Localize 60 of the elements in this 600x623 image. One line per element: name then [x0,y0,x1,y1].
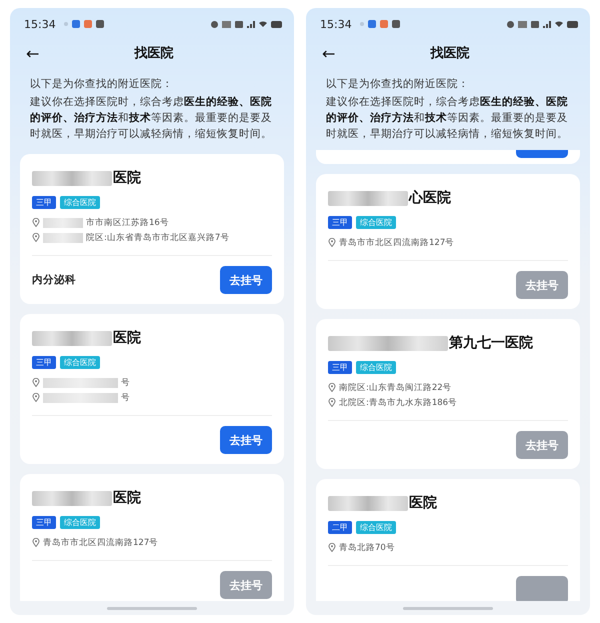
status-dot-icon [211,20,218,28]
hospital-tag: 综合医院 [356,361,396,374]
register-button[interactable] [516,150,568,158]
back-button[interactable]: ← [322,44,362,62]
location-pin-icon [32,233,40,242]
hospital-name: 医院 [113,489,141,507]
hospital-address: 青岛市市北区四流南路127号 [339,236,454,248]
hospital-name: 心医院 [409,189,451,207]
page-title: 找医院 [429,44,470,62]
status-time: 15:34 [320,18,352,30]
intro-text: 以下是为你查找的附近医院： [30,77,174,92]
hospital-name: 第九七一医院 [449,334,533,352]
hospital-address: 号 [121,376,130,388]
battery-icon [271,20,282,28]
location-pin-icon [328,398,336,407]
department-label: 内分泌科 [32,273,76,287]
page-title: 找医院 [133,44,174,62]
hospital-name: 医院 [113,329,141,347]
hospital-tag: 综合医院 [356,521,396,534]
hospital-tag: 三甲 [32,356,56,369]
location-pin-icon [32,218,40,227]
dot-icon [64,22,68,26]
location-pin-icon [328,238,336,247]
advice-text: 建议你在选择医院时，综合考虑医生的经验、医院的评价、治疗方法和技术等因素。最重要的是要及时就医，早期治疗可以减轻病情，缩短恢复时间。 [326,95,569,142]
hospital-address: 南院区:山东青岛闽江路22号 [339,382,452,394]
hospital-address: 青岛市市北区四流南路127号 [43,536,158,548]
location-pin-icon [328,383,336,392]
register-button[interactable]: 去挂号 [220,266,272,294]
status-dot-icon [507,20,514,28]
hospital-address: 号 [121,392,130,404]
wifi-icon [555,21,563,27]
battery-icon [567,20,578,28]
hospital-tag: 综合医院 [60,356,100,369]
hospital-tag: 二甲 [328,521,352,534]
hospital-tag: 综合医院 [60,516,100,529]
location-pin-icon [32,538,40,547]
hospital-address: 院区:山东省青岛市市北区嘉兴路7号 [86,232,230,244]
hospital-tag: 三甲 [32,196,56,209]
hospital-address: 北院区:青岛市九水东路186号 [339,396,458,408]
hospital-tag: 三甲 [328,361,352,374]
hospital-name: 医院 [409,494,437,512]
hospital-address: 市市南区江苏路16号 [86,216,169,228]
hospital-tag: 三甲 [328,216,352,229]
hospital-tag: 三甲 [32,516,56,529]
hospital-tag: 综合医院 [356,216,396,229]
signal-icon [247,20,255,28]
dot-icon [360,22,364,26]
wifi-icon [259,21,267,27]
hospital-tag: 综合医院 [60,196,100,209]
intro-text: 以下是为你查找的附近医院： [326,77,470,92]
hospital-name: 医院 [113,169,141,187]
status-time: 15:34 [24,18,56,30]
advice-text: 建议你在选择医院时，综合考虑医生的经验、医院的评价、治疗方法和技术等因素。最重要的是要及时就医，早期治疗可以减轻病情，缩短恢复时间。 [30,95,273,142]
back-button[interactable]: ← [26,44,66,62]
hospital-address: 青岛北路70号 [339,542,395,554]
location-pin-icon [32,378,40,387]
location-pin-icon [328,543,336,552]
signal-icon [543,20,551,28]
register-button[interactable]: 去挂号 [220,426,272,454]
location-pin-icon [32,393,40,402]
